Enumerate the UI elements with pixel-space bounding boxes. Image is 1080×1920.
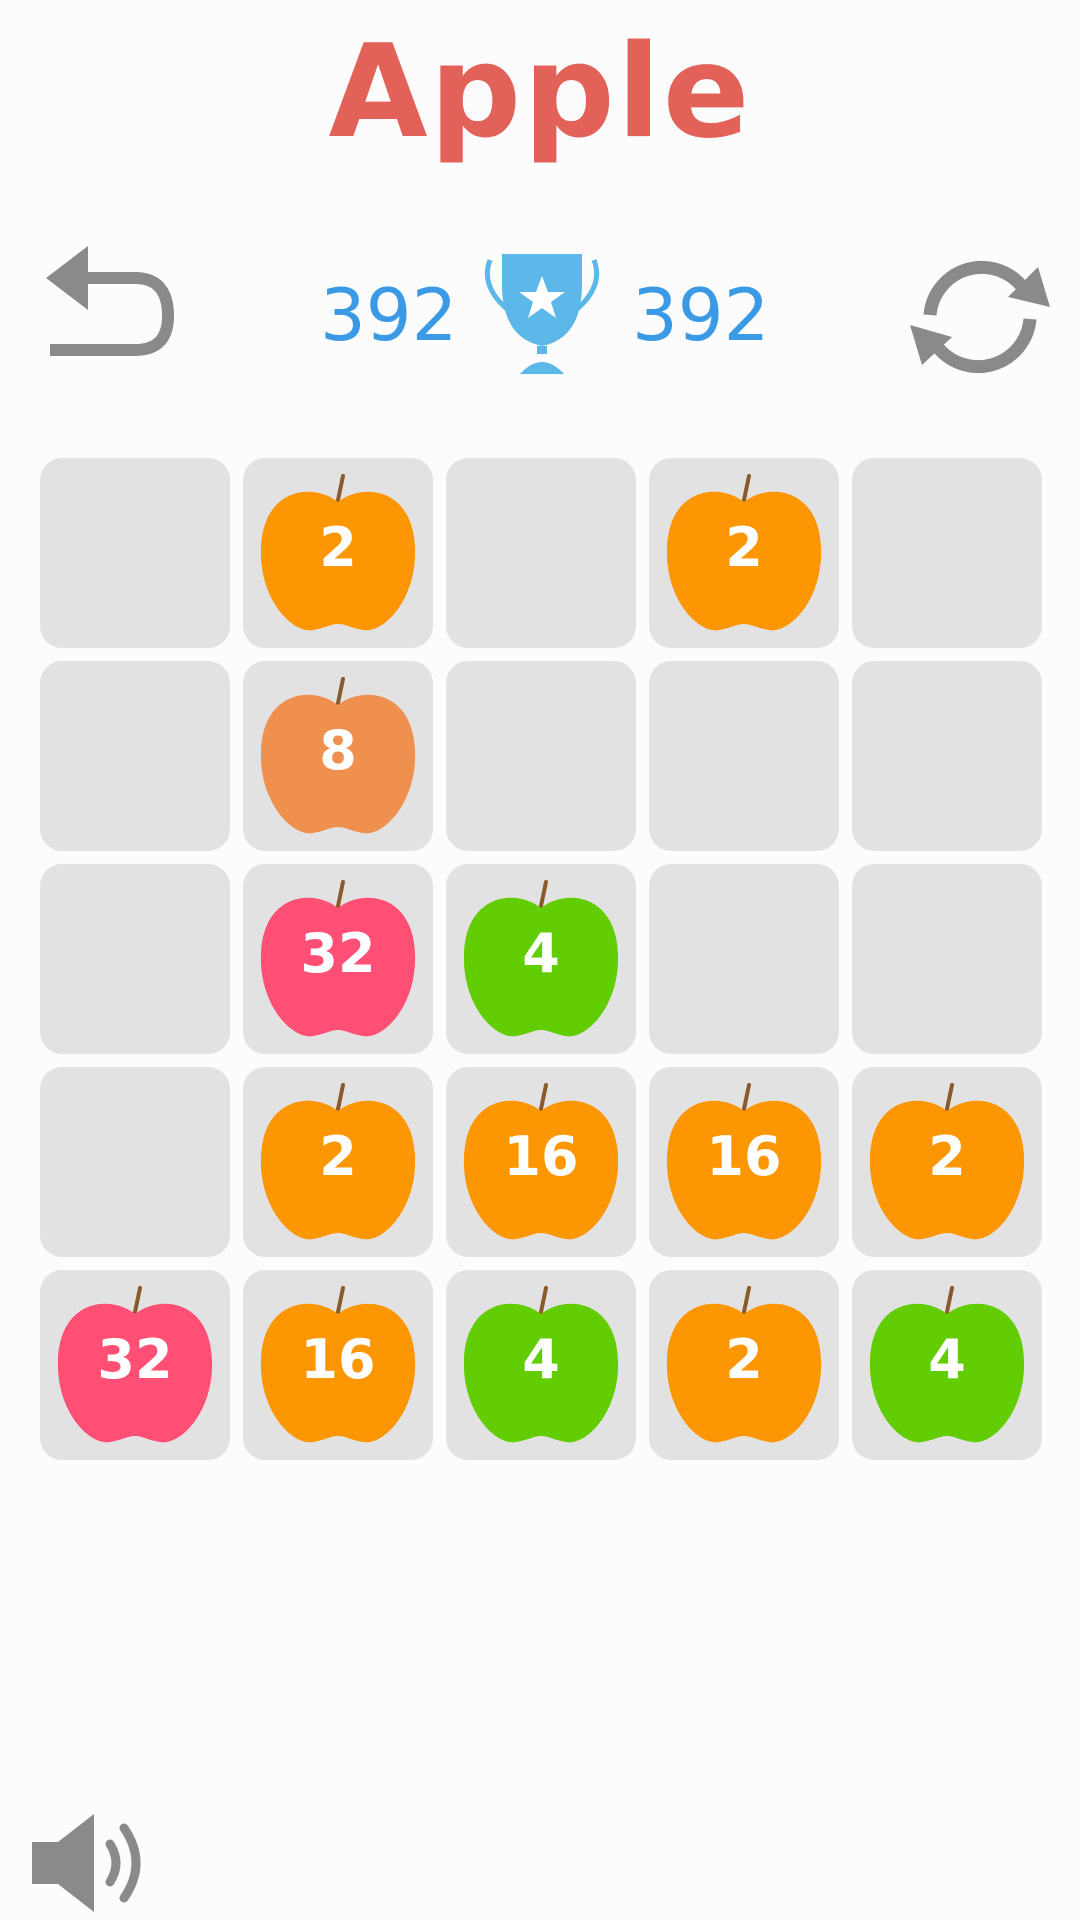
tile-value: 2 (319, 1125, 357, 1188)
board-cell: 2 (243, 458, 433, 648)
board-cell (446, 661, 636, 851)
tile-value: 2 (725, 516, 763, 579)
board-cell: 16 (243, 1270, 433, 1460)
tile-value: 2 (928, 1125, 966, 1188)
tile-value: 4 (522, 922, 560, 985)
board-cell (649, 661, 839, 851)
board-cell (649, 864, 839, 1054)
tile-value: 16 (706, 1125, 782, 1188)
board-cell (852, 661, 1042, 851)
tile-value: 32 (97, 1328, 173, 1391)
board-cell (446, 458, 636, 648)
board-cell (852, 864, 1042, 1054)
speaker-icon (32, 1814, 141, 1912)
board-cell: 4 (446, 1270, 636, 1460)
current-score: 392 (320, 273, 458, 357)
tile-value: 4 (522, 1328, 560, 1391)
board-cell: 2 (243, 1067, 433, 1257)
tile-value: 32 (300, 922, 376, 985)
best-score: 392 (632, 273, 770, 357)
game-screen: Apple 392 392 2 2 8 32 4 2 16 16 2 32 16 4 2 4 (0, 0, 1080, 1920)
tile-value: 8 (319, 719, 357, 782)
board-cell (40, 661, 230, 851)
board-cell: 2 (852, 1067, 1042, 1257)
board-cell (852, 458, 1042, 648)
board-cell (40, 458, 230, 648)
refresh-icon (910, 260, 1050, 374)
game-board[interactable]: 2 2 8 32 4 2 16 16 2 32 16 4 2 4 (40, 458, 1052, 1470)
board-cell (40, 864, 230, 1054)
board-cell: 2 (649, 458, 839, 648)
board-cell: 4 (446, 864, 636, 1054)
trophy-icon (462, 246, 622, 376)
board-cell: 16 (649, 1067, 839, 1257)
board-cell: 4 (852, 1270, 1042, 1460)
board-cell: 8 (243, 661, 433, 851)
board-cell: 16 (446, 1067, 636, 1257)
board-cell: 32 (243, 864, 433, 1054)
tile-value: 4 (928, 1328, 966, 1391)
tile-value: 2 (725, 1328, 763, 1391)
board-cell (40, 1067, 230, 1257)
tile-value: 16 (503, 1125, 579, 1188)
sound-button[interactable] (28, 1808, 158, 1918)
refresh-button[interactable] (900, 245, 1060, 385)
tile-value: 16 (300, 1328, 376, 1391)
board-cell: 2 (649, 1270, 839, 1460)
undo-arrow-icon (46, 246, 175, 356)
undo-button[interactable] (40, 238, 180, 368)
app-title: Apple (328, 18, 752, 167)
board-cell: 32 (40, 1270, 230, 1460)
tile-value: 2 (319, 516, 357, 579)
